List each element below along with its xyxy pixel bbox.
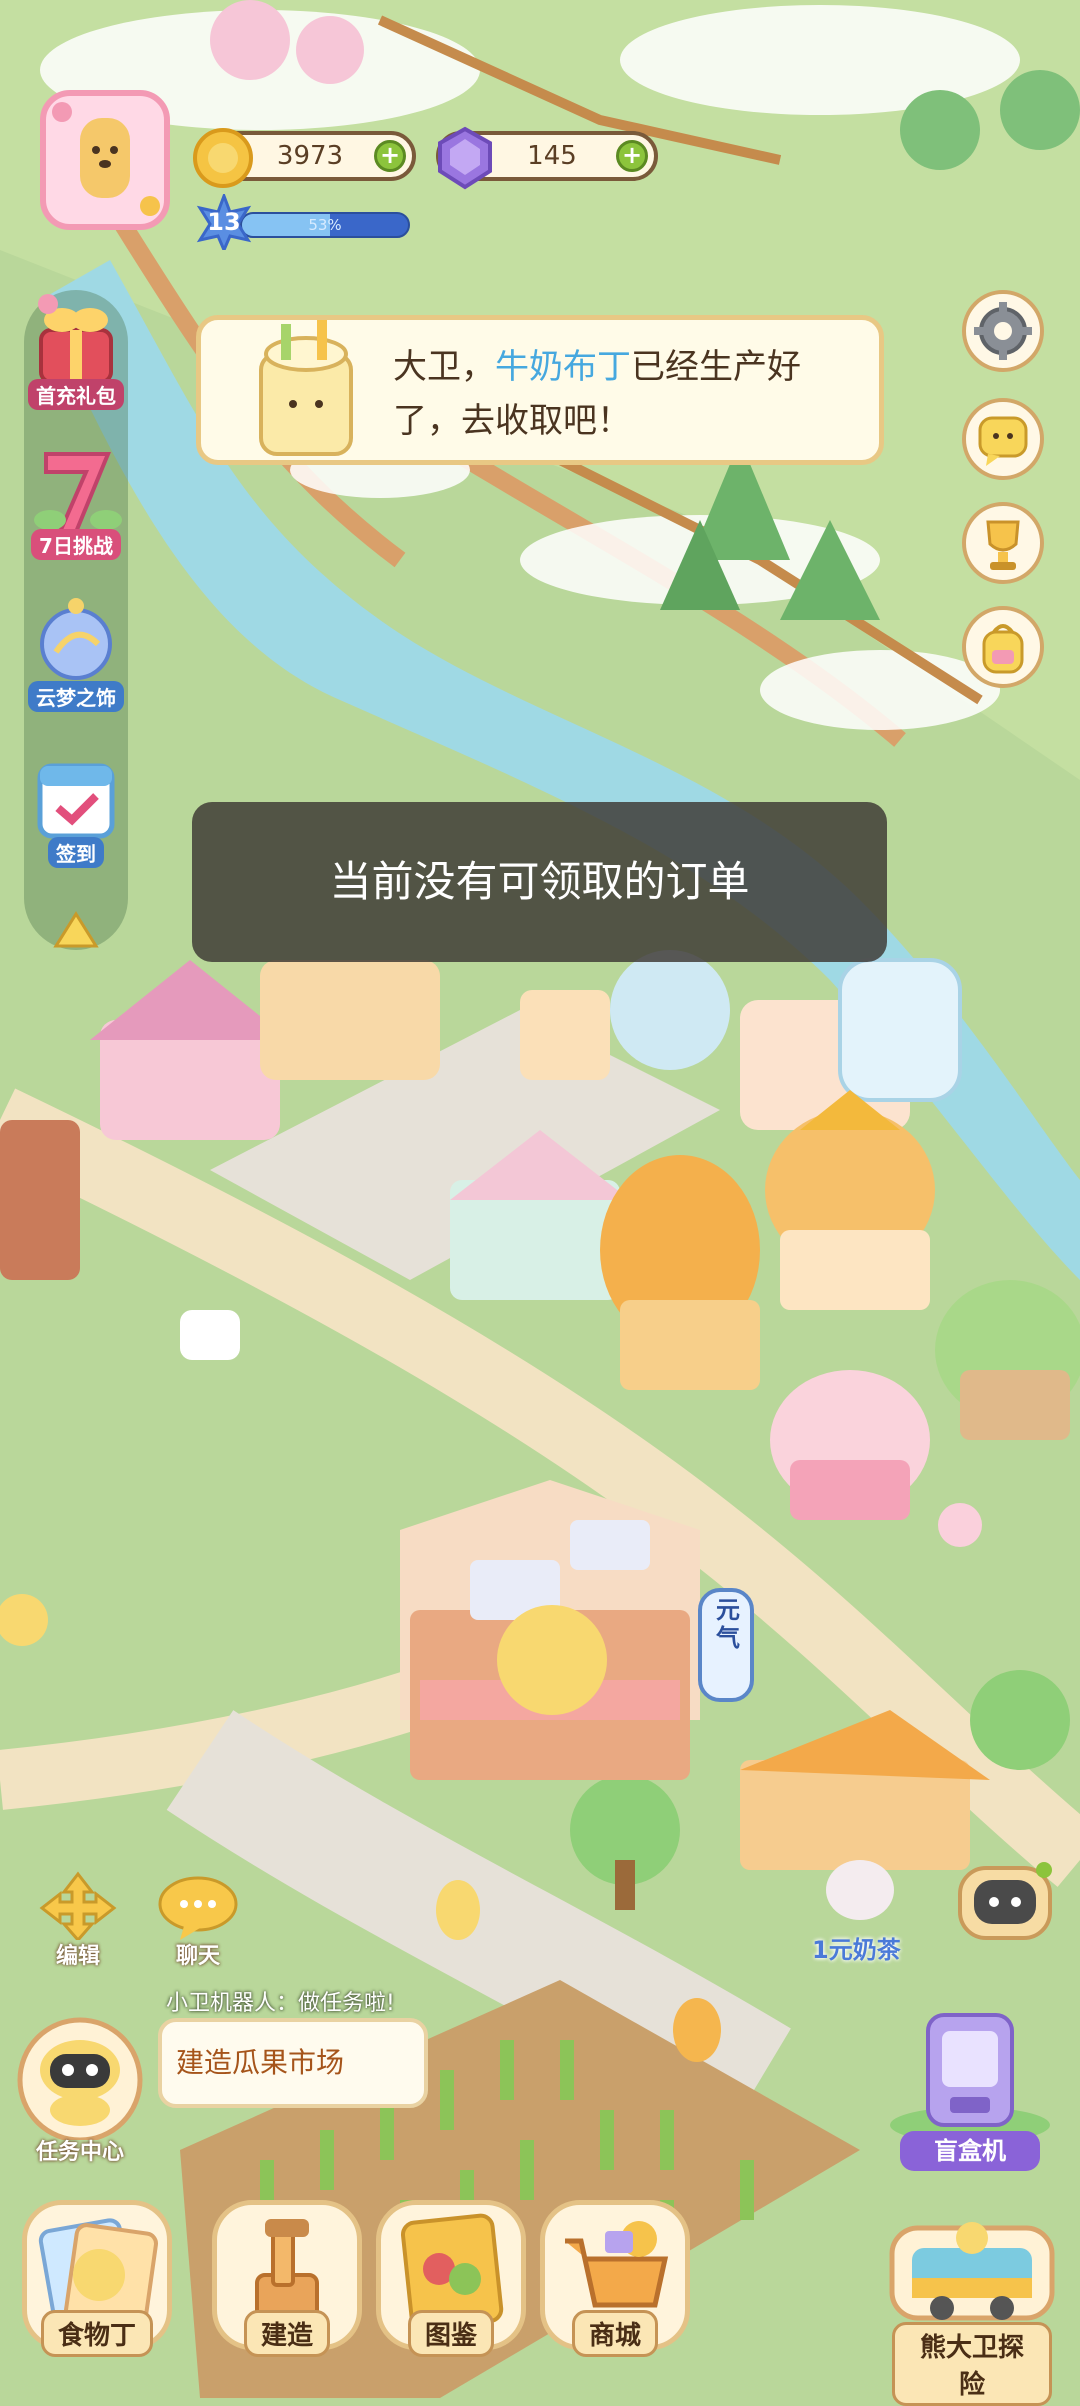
gem-counter: 145 + xyxy=(436,126,658,190)
milk-tea-label[interactable]: 1元奶茶 xyxy=(812,1930,901,1965)
xp-progress-text: 53% xyxy=(308,216,342,234)
achievements-button[interactable] xyxy=(962,502,1044,584)
avatar-portrait xyxy=(52,102,160,216)
bottom-nav-collection[interactable]: 图鉴 xyxy=(376,2200,526,2357)
backpack-icon xyxy=(982,624,1024,674)
xp-progress-bar: 53% xyxy=(240,212,410,238)
backpack-button[interactable] xyxy=(962,606,1044,688)
gift-icon xyxy=(38,294,113,384)
chat-quick-button[interactable]: 聊天 xyxy=(150,1870,246,1970)
bottom-nav-build[interactable]: 建造 xyxy=(212,2200,362,2357)
seven-day-challenge-button[interactable]: 7日挑战 xyxy=(14,440,138,560)
sidebar-item-label: 首充礼包 xyxy=(28,379,124,410)
gear-icon xyxy=(974,302,1032,360)
product-name: 牛奶布丁 xyxy=(495,347,631,387)
cloud-dream-ornament-button[interactable]: 云梦之饰 xyxy=(14,592,138,712)
first-recharge-gift-button[interactable]: 首充礼包 xyxy=(14,290,138,410)
shop-sign[interactable]: 元气 xyxy=(706,1596,750,1696)
chat-button[interactable] xyxy=(962,398,1044,480)
bottom-nav-label: 食物丁 xyxy=(40,2310,153,2357)
adventure-van-icon xyxy=(889,2222,1055,2321)
toast-text: 当前没有可领取的订单 xyxy=(329,857,750,906)
edit-label: 编辑 xyxy=(55,1944,100,1969)
cloud-dream-ornament-icon xyxy=(40,598,112,680)
game-scene[interactable]: 3973 + 145 + 53% 13 大卫，牛奶布丁已经生产好了，去收取吧！ xyxy=(0,0,1080,2406)
robot-tv-button[interactable] xyxy=(950,1850,1060,1946)
coin-icon xyxy=(193,128,253,188)
bottom-nav-label: 商城 xyxy=(571,2310,658,2357)
blind-box-button[interactable]: 盲盒机 xyxy=(880,2005,1060,2175)
robot-message: 小卫机器人：做任务啦! xyxy=(166,1991,395,2016)
task-center-button[interactable]: 任务中心 xyxy=(10,2010,150,2165)
sidebar-item-label: 云梦之饰 xyxy=(28,681,124,712)
level-number: 13 xyxy=(207,208,241,236)
add-gems-button[interactable]: + xyxy=(616,140,648,172)
milk-pudding-icon xyxy=(259,320,353,456)
blind-box-label: 盲盒机 xyxy=(900,2131,1040,2171)
bear-adventure-label: 熊大卫探险 xyxy=(892,2322,1052,2406)
move-arrows-icon xyxy=(39,1871,117,1943)
checkin-button[interactable]: 签到 xyxy=(14,748,138,868)
bottom-nav-label: 建造 xyxy=(243,2310,330,2357)
coin-amount: 3973 xyxy=(276,141,344,171)
bottom-nav-shop[interactable]: 商城 xyxy=(540,2200,690,2357)
production-notification[interactable]: 大卫，牛奶布丁已经生产好了，去收取吧！ xyxy=(196,315,884,465)
edit-button[interactable]: 编辑 xyxy=(30,1870,126,1970)
gem-icon xyxy=(438,126,492,190)
robot-icon xyxy=(17,2017,143,2143)
bottom-nav-food[interactable]: 食物丁 xyxy=(22,2200,172,2357)
bottom-nav-label: 图鉴 xyxy=(407,2310,494,2357)
task-center-label: 任务中心 xyxy=(35,2140,124,2165)
calendar-checkin-icon xyxy=(37,763,115,839)
toast-message: 当前没有可领取的订单 xyxy=(192,802,887,962)
current-task-bubble[interactable]: 建造瓜果市场 xyxy=(158,2018,428,2108)
triangle-up-icon[interactable] xyxy=(52,910,100,950)
current-task-text: 建造瓜果市场 xyxy=(176,2046,345,2079)
settings-button[interactable] xyxy=(962,290,1044,372)
chat-label: 聊天 xyxy=(175,1944,220,1969)
blind-box-machine-icon xyxy=(890,2013,1050,2143)
tv-robot-icon xyxy=(958,1862,1052,1940)
player-name: 大卫， xyxy=(393,347,495,387)
sidebar-item-label: 7日挑战 xyxy=(31,529,121,560)
notification-message: 大卫，牛奶布丁已经生产好了，去收取吧！ xyxy=(393,340,863,448)
gem-amount: 145 xyxy=(527,141,577,171)
sidebar-item-label: 签到 xyxy=(48,837,104,868)
chat-bubble-icon xyxy=(158,1876,238,1940)
chat-icon xyxy=(978,416,1028,466)
trophy-icon xyxy=(986,520,1020,570)
bear-adventure-button[interactable]: 熊大卫探险 xyxy=(872,2198,1072,2406)
seven-day-challenge-icon xyxy=(34,452,122,534)
player-avatar[interactable] xyxy=(40,90,170,230)
add-coins-button[interactable]: + xyxy=(374,140,406,172)
coin-counter: 3973 + xyxy=(193,128,416,188)
